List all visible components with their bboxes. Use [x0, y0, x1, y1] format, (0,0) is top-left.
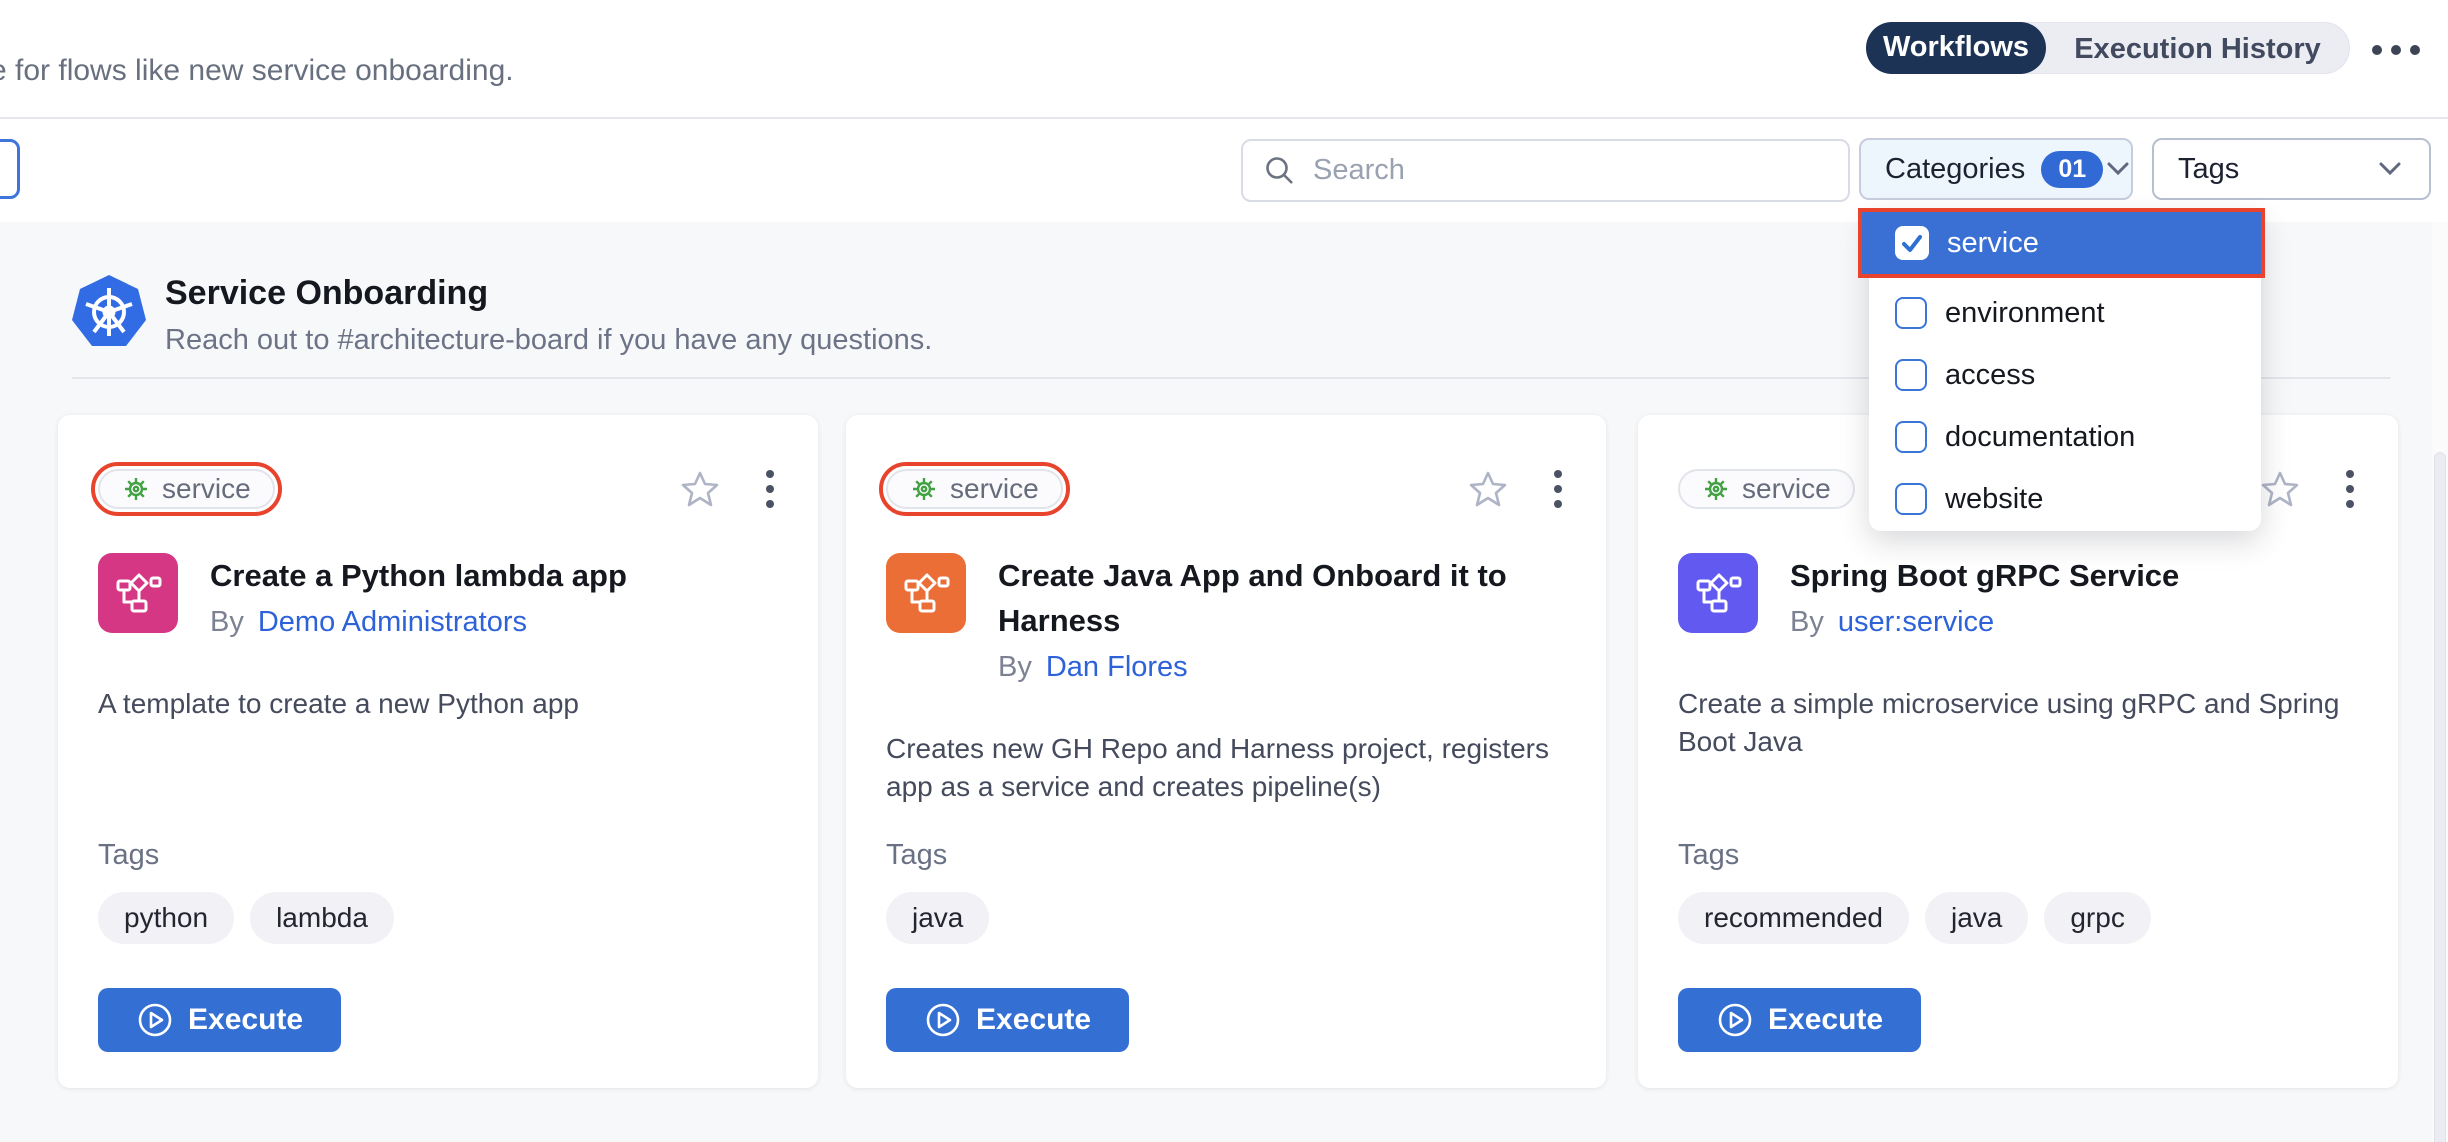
tab-workflows[interactable]: Workflows — [1866, 22, 2046, 74]
badge-wrap: service — [1671, 462, 1862, 516]
search-bar[interactable] — [1241, 139, 1850, 202]
execute-button[interactable]: Execute — [886, 988, 1129, 1052]
author-link[interactable]: Dan Flores — [1046, 651, 1188, 684]
category-badge-label: service — [1742, 473, 1831, 505]
workflow-icon — [1678, 553, 1758, 633]
scrollbar-thumb[interactable] — [2434, 452, 2446, 1142]
category-badge: service — [98, 469, 275, 509]
tag-pill: grpc — [2044, 892, 2150, 944]
checkbox-unchecked[interactable] — [1895, 483, 1927, 515]
by-label: By — [998, 651, 1032, 684]
category-badge-label: service — [950, 473, 1039, 505]
by-label: By — [1790, 606, 1824, 639]
dropdown-option-documentation[interactable]: documentation — [1869, 406, 2261, 468]
gear-icon — [122, 475, 150, 503]
tag-pill: java — [886, 892, 989, 944]
tags-label: Tags — [98, 839, 778, 872]
chevron-down-icon — [2103, 159, 2133, 179]
category-badge: service — [1678, 469, 1855, 509]
author-link[interactable]: Demo Administrators — [258, 606, 527, 639]
gear-icon — [910, 475, 938, 503]
category-badge: service — [886, 469, 1063, 509]
more-options-icon[interactable] — [2372, 45, 2420, 55]
checkbox-unchecked[interactable] — [1895, 359, 1927, 391]
dropdown-option-service-selected[interactable]: service — [1858, 208, 2265, 278]
scrollbar-track — [2432, 222, 2448, 1142]
edge-cutoff-button[interactable] — [0, 139, 20, 199]
gear-icon — [1702, 475, 1730, 503]
section-title: Service Onboarding — [165, 274, 488, 313]
search-input[interactable] — [1313, 154, 1828, 187]
tag-pill: java — [1925, 892, 2028, 944]
chevron-down-icon — [2375, 159, 2405, 179]
by-label: By — [210, 606, 244, 639]
favorite-star-icon[interactable] — [680, 469, 720, 509]
dropdown-option-website[interactable]: website — [1869, 468, 2261, 530]
kubernetes-icon — [68, 272, 150, 354]
checkbox-unchecked[interactable] — [1895, 297, 1927, 329]
tags-label: Tags — [1678, 839, 2358, 872]
dropdown-option-label: service — [1947, 227, 2039, 260]
header-divider — [0, 117, 2448, 119]
card-menu-icon[interactable] — [1550, 466, 1566, 512]
card-menu-icon[interactable] — [2342, 466, 2358, 512]
workflow-icon — [98, 553, 178, 633]
execute-button[interactable]: Execute — [98, 988, 341, 1052]
card-description: Creates new GH Repo and Harness project,… — [886, 730, 1566, 806]
dropdown-option-access[interactable]: access — [1869, 344, 2261, 406]
play-icon — [136, 1001, 174, 1039]
card-menu-icon[interactable] — [762, 466, 778, 512]
card-description: Create a simple microservice using gRPC … — [1678, 685, 2358, 761]
checkbox-checked[interactable] — [1895, 226, 1929, 260]
author-link[interactable]: user:service — [1838, 606, 1994, 639]
search-icon — [1263, 154, 1297, 188]
workflow-icon — [886, 553, 966, 633]
dropdown-option-label: website — [1945, 483, 2043, 516]
tags-label: Tags — [886, 839, 1566, 872]
tag-pill: recommended — [1678, 892, 1909, 944]
checkbox-unchecked[interactable] — [1895, 421, 1927, 453]
execute-button[interactable]: Execute — [1678, 988, 1921, 1052]
category-badge-label: service — [162, 473, 251, 505]
section-subtitle: Reach out to #architecture-board if you … — [165, 324, 932, 357]
annotation-highlight: service — [91, 462, 282, 516]
card-title: Create Java App and Onboard it to Harnes… — [998, 553, 1566, 643]
play-icon — [924, 1001, 962, 1039]
dropdown-option-label: access — [1945, 359, 2035, 392]
card-description: A template to create a new Python app — [98, 685, 778, 723]
card-title: Spring Boot gRPC Service — [1790, 553, 2179, 598]
tab-execution-history[interactable]: Execution History — [2045, 23, 2350, 75]
workflow-card: service Create Java App and Onboard it t… — [846, 415, 1606, 1088]
categories-filter-label: Categories — [1885, 153, 2025, 186]
categories-filter-dropdown[interactable]: Categories 01 — [1859, 138, 2133, 200]
tag-pill: python — [98, 892, 234, 944]
dropdown-option-label: environment — [1945, 297, 2105, 330]
tags-filter-dropdown[interactable]: Tags — [2152, 138, 2431, 200]
view-toggle: Workflows Execution History — [1866, 22, 2350, 74]
workflow-card: service Create a Python lambda app By Dem… — [58, 415, 818, 1088]
page-tagline: e for flows like new service onboarding. — [0, 54, 514, 88]
tag-pill: lambda — [250, 892, 394, 944]
play-icon — [1716, 1001, 1754, 1039]
dropdown-option-label: documentation — [1945, 421, 2135, 454]
dropdown-option-environment[interactable]: environment — [1869, 282, 2261, 344]
annotation-highlight: service — [879, 462, 1070, 516]
favorite-star-icon[interactable] — [2260, 469, 2300, 509]
card-title: Create a Python lambda app — [210, 553, 627, 598]
categories-count-badge: 01 — [2041, 151, 2103, 188]
favorite-star-icon[interactable] — [1468, 469, 1508, 509]
tags-filter-label: Tags — [2178, 153, 2239, 186]
